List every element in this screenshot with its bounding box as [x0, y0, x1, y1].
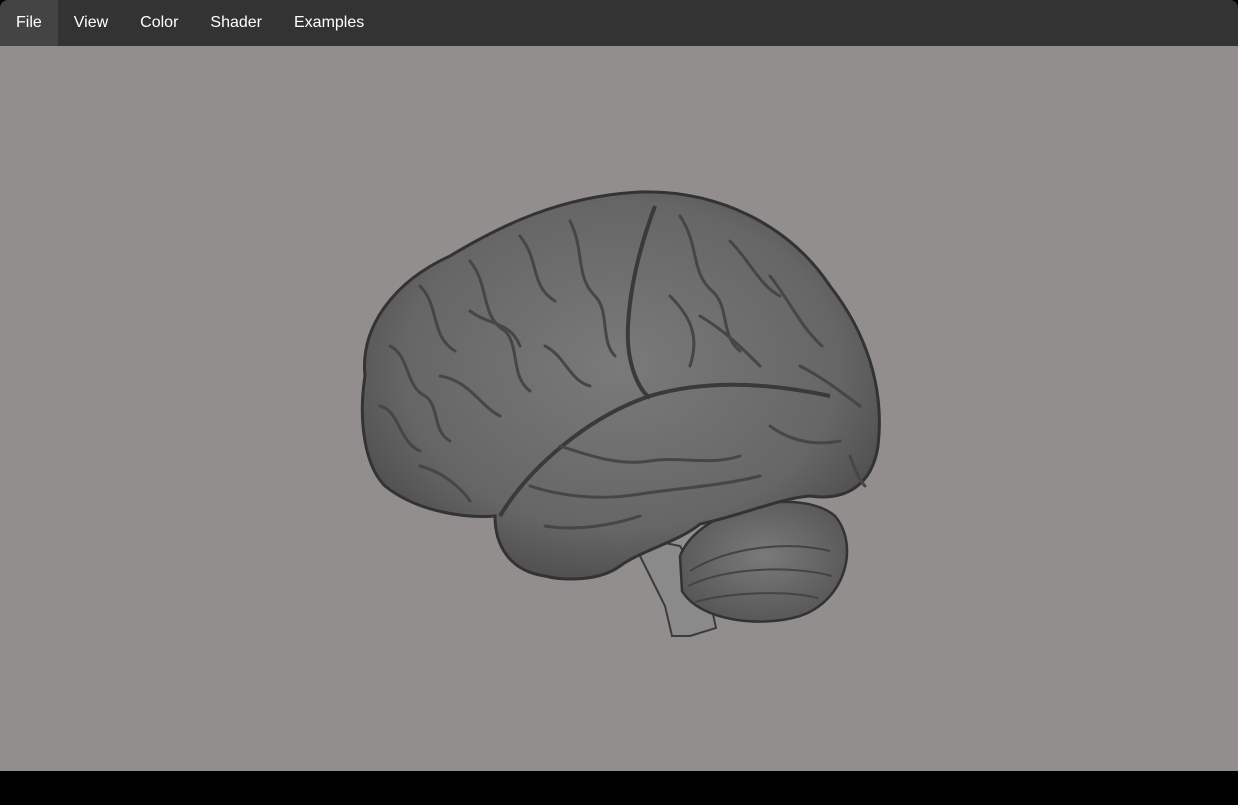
menu-examples[interactable]: Examples	[278, 0, 380, 46]
menu-file[interactable]: File	[0, 0, 58, 46]
menu-shader[interactable]: Shader	[194, 0, 278, 46]
app-window: File View Color Shader Examples	[0, 0, 1238, 805]
menu-bar: File View Color Shader Examples	[0, 0, 1238, 46]
status-bar	[0, 771, 1238, 805]
3d-viewport-canvas[interactable]	[0, 46, 1238, 771]
menu-color[interactable]: Color	[124, 0, 194, 46]
menu-view[interactable]: View	[58, 0, 124, 46]
brain-render	[360, 190, 881, 637]
